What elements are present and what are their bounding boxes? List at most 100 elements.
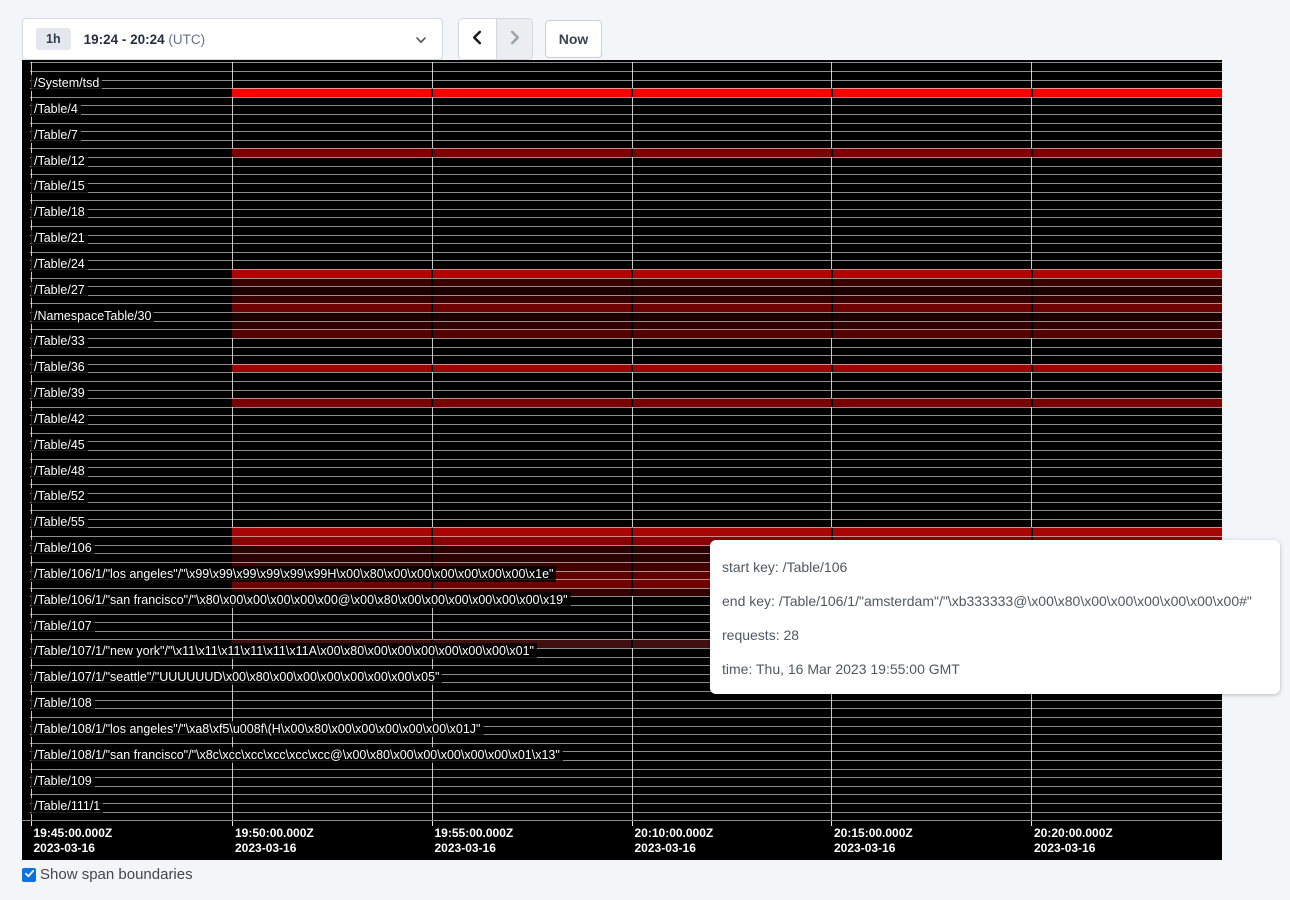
bucket-seam bbox=[431, 286, 433, 295]
bucket-seam bbox=[631, 269, 633, 278]
bucket-seam bbox=[831, 364, 833, 373]
span-boundary-line bbox=[30, 424, 1222, 425]
row-key-label: /Table/55 bbox=[31, 514, 88, 530]
bucket-seam bbox=[431, 329, 433, 338]
axis-time-label: 19:55:00.000Z2023-03-16 bbox=[435, 826, 514, 856]
span-boundary-line bbox=[30, 467, 1222, 468]
span-boundary-line bbox=[30, 390, 1222, 391]
chevron-right-icon bbox=[507, 30, 522, 48]
span-boundary-line bbox=[30, 166, 1222, 167]
bucket-seam bbox=[1031, 286, 1033, 295]
bucket-seam bbox=[431, 148, 433, 157]
axis-time-label: 19:45:00.000Z2023-03-16 bbox=[34, 826, 113, 856]
span-boundary-line bbox=[30, 812, 1222, 813]
span-boundary-line bbox=[30, 519, 1222, 520]
bucket-seam bbox=[431, 398, 433, 407]
tooltip-time: time: Thu, 16 Mar 2023 19:55:00 GMT bbox=[722, 652, 1268, 686]
span-boundary-line bbox=[30, 794, 1222, 795]
bucket-seam bbox=[631, 398, 633, 407]
show-span-boundaries-label: Show span boundaries bbox=[40, 866, 193, 883]
heat-bar[interactable] bbox=[232, 364, 1222, 373]
bucket-seam bbox=[431, 303, 433, 312]
span-boundary-line bbox=[30, 97, 1222, 98]
span-boundary-line bbox=[30, 329, 1222, 330]
row-key-label: /System/tsd bbox=[31, 75, 102, 91]
span-boundary-line bbox=[30, 105, 1222, 106]
row-key-label: /Table/21 bbox=[31, 230, 88, 246]
axis-tick bbox=[632, 821, 633, 826]
now-button[interactable]: Now bbox=[545, 20, 602, 58]
span-boundary-line bbox=[30, 200, 1222, 201]
show-span-boundaries-checkbox[interactable] bbox=[22, 868, 36, 882]
row-key-label: /Table/33 bbox=[31, 333, 88, 349]
bucket-seam bbox=[1031, 269, 1033, 278]
span-boundary-line bbox=[30, 269, 1222, 270]
row-key-label: /Table/107/1/"seattle"/"UUUUUUD\x00\x80\… bbox=[31, 669, 442, 685]
span-boundary-line bbox=[30, 123, 1222, 124]
span-boundary-line bbox=[30, 243, 1222, 244]
span-boundary-line bbox=[30, 493, 1222, 494]
bucket-seam bbox=[431, 295, 433, 304]
span-boundary-line bbox=[30, 700, 1222, 701]
span-boundary-line bbox=[30, 131, 1222, 132]
row-key-label: /Table/108 bbox=[31, 695, 95, 711]
axis-time-label: 19:50:00.000Z2023-03-16 bbox=[235, 826, 314, 856]
span-boundary-line bbox=[30, 192, 1222, 193]
span-boundary-line bbox=[30, 803, 1222, 804]
key-visualizer-heatmap[interactable]: /System/tsd/Table/4/Table/7/Table/12/Tab… bbox=[22, 60, 1222, 860]
span-boundary-line bbox=[30, 278, 1222, 279]
tooltip-start-key: start key: /Table/106 bbox=[722, 550, 1268, 584]
row-key-label: /Table/52 bbox=[31, 488, 88, 504]
time-range-select[interactable]: 1h 19:24 - 20:24 (UTC) bbox=[22, 18, 443, 60]
row-key-label: /Table/107 bbox=[31, 618, 95, 634]
span-boundary-line bbox=[30, 303, 1222, 304]
bucket-seam bbox=[831, 398, 833, 407]
span-boundary-line bbox=[30, 226, 1222, 227]
bucket-seam bbox=[831, 303, 833, 312]
bucket-seam bbox=[431, 321, 433, 330]
bucket-seam bbox=[831, 312, 833, 321]
row-key-label: /Table/7 bbox=[31, 127, 81, 143]
heat-bar[interactable] bbox=[232, 278, 1222, 287]
heat-bar[interactable] bbox=[232, 269, 1222, 278]
bucket-seam bbox=[831, 286, 833, 295]
bucket-seam bbox=[631, 536, 633, 545]
row-key-label: /Table/4 bbox=[31, 101, 81, 117]
axis-time-label: 20:10:00.000Z2023-03-16 bbox=[635, 826, 714, 856]
time-nav-group bbox=[458, 18, 533, 60]
heat-bar[interactable] bbox=[232, 312, 1222, 321]
row-key-label: /Table/15 bbox=[31, 178, 88, 194]
span-boundary-line bbox=[30, 769, 1222, 770]
bucket-seam bbox=[1031, 398, 1033, 407]
span-boundary-line bbox=[30, 502, 1222, 503]
span-boundary-line bbox=[30, 407, 1222, 408]
heat-bar[interactable] bbox=[232, 527, 1222, 536]
heat-bar[interactable] bbox=[232, 286, 1222, 295]
span-boundary-line bbox=[30, 252, 1222, 253]
span-boundary-line bbox=[30, 148, 1222, 149]
next-interval-button[interactable] bbox=[496, 19, 533, 59]
heat-bar[interactable] bbox=[232, 321, 1222, 330]
row-key-label: /Table/42 bbox=[31, 411, 88, 427]
heat-bar[interactable] bbox=[232, 148, 1222, 157]
bucket-seam bbox=[831, 148, 833, 157]
span-boundary-line bbox=[30, 786, 1222, 787]
span-boundary-line bbox=[30, 476, 1222, 477]
prev-interval-button[interactable] bbox=[459, 19, 496, 59]
heat-bar[interactable] bbox=[232, 329, 1222, 338]
heat-bar[interactable] bbox=[232, 398, 1222, 407]
heat-bar[interactable] bbox=[232, 295, 1222, 304]
bucket-seam bbox=[831, 527, 833, 536]
heat-bar[interactable] bbox=[232, 303, 1222, 312]
span-boundary-line bbox=[30, 312, 1222, 313]
span-boundary-line bbox=[30, 88, 1222, 89]
axis-time-label: 20:15:00.000Z2023-03-16 bbox=[834, 826, 913, 856]
span-boundary-line bbox=[30, 347, 1222, 348]
axis-tick bbox=[432, 821, 433, 826]
heat-bar[interactable] bbox=[232, 88, 1222, 97]
row-key-label: /Table/27 bbox=[31, 282, 88, 298]
bucket-seam bbox=[631, 321, 633, 330]
span-boundary-line bbox=[30, 235, 1222, 236]
footer: Show span boundaries bbox=[22, 866, 193, 883]
span-boundary-line bbox=[30, 140, 1222, 141]
